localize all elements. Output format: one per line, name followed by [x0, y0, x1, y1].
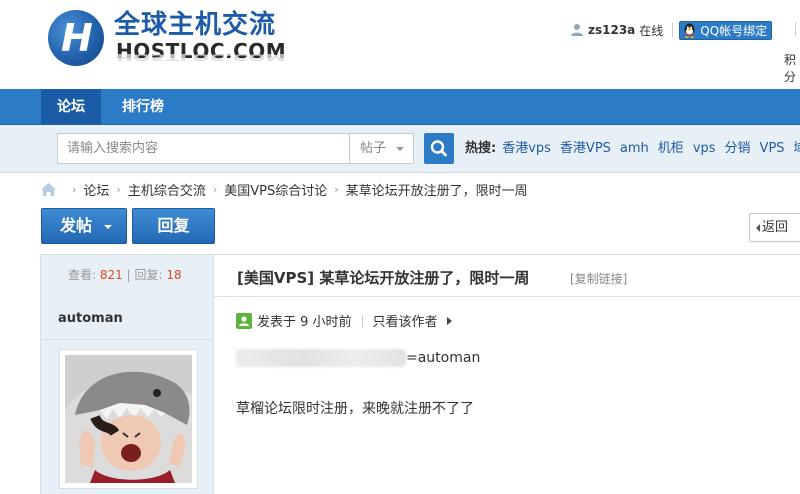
main-nav: 论坛 排行榜: [0, 89, 800, 125]
home-icon[interactable]: [40, 182, 57, 197]
qq-penguin-icon: [684, 23, 695, 38]
post-meta: 发表于 9 小时前 只看该作者: [236, 311, 452, 330]
qq-bind-button[interactable]: QQ帐号绑定: [679, 20, 773, 40]
site-logo[interactable]: H 全球主机交流 HOSTLOC.COM HOSTLOC.COM: [42, 4, 310, 84]
search-button[interactable]: [424, 133, 454, 164]
divider: [41, 339, 214, 340]
post-container: 查看: 821 | 回复: 18 [美国VPS] 某草论坛开放注册了，限时一周 …: [40, 254, 800, 494]
thread-title: [美国VPS] 某草论坛开放注册了，限时一周: [237, 269, 530, 287]
search-input[interactable]: 请输入搜索内容: [57, 133, 350, 164]
hot-search-link[interactable]: 分销: [725, 140, 751, 158]
breadcrumb-item[interactable]: 论坛: [83, 180, 109, 199]
hot-search-link[interactable]: 机柜: [658, 140, 684, 158]
redacted-text: [236, 349, 406, 367]
hot-search-link[interactable]: vps: [693, 140, 716, 158]
username-link[interactable]: zs123a: [588, 23, 635, 37]
new-post-button[interactable]: 发帖: [41, 208, 127, 244]
search-type-label: 帖子: [360, 141, 387, 156]
avatar-image: [65, 355, 192, 483]
arrow-left-icon: [756, 224, 760, 232]
user-info-bar: zs123a 在线 QQ帐号绑定: [570, 20, 773, 40]
divider: [672, 23, 674, 37]
avatar[interactable]: [59, 349, 198, 489]
logo-reflection: HOSTLOC.COM: [116, 51, 287, 64]
divider: [795, 22, 796, 36]
hot-search-link[interactable]: 域名: [794, 140, 800, 158]
nav-item-forum[interactable]: 论坛: [41, 89, 101, 125]
hot-search-link[interactable]: VPS: [760, 140, 785, 158]
views-label: 查看:: [68, 268, 97, 282]
hot-searches: 热搜: 香港vps 香港VPS amh 机柜 vps 分销 VPS 域名: [465, 140, 800, 158]
replies-label: 回复:: [134, 268, 163, 282]
online-status: 在线: [639, 23, 664, 38]
score-label[interactable]: 积分: [784, 51, 800, 85]
user-icon: [571, 24, 583, 36]
arrow-right-icon: [446, 316, 452, 325]
logo-chinese-text: 全球主机交流: [114, 10, 277, 40]
hot-search-label: 热搜:: [465, 141, 497, 156]
chevron-down-icon: [396, 147, 404, 151]
breadcrumb-separator: ›: [212, 182, 218, 196]
new-post-label: 发帖: [60, 216, 93, 235]
chevron-down-icon: [104, 225, 112, 229]
author-name[interactable]: automan: [58, 311, 123, 326]
search-bar: 请输入搜索内容 帖子 热搜: 香港vps 香港VPS amh 机柜 vps 分销…: [0, 125, 800, 173]
nav-item-rankings[interactable]: 排行榜: [107, 89, 179, 125]
back-button[interactable]: 返回: [749, 213, 800, 242]
redacted-suffix: =automan: [406, 350, 481, 366]
breadcrumb-item[interactable]: 主机综合交流: [128, 180, 206, 199]
back-label: 返回: [762, 220, 789, 235]
only-author-link[interactable]: 只看该作者: [373, 311, 438, 330]
online-status-icon: [236, 312, 252, 329]
copy-link[interactable]: [复制链接]: [570, 270, 627, 287]
post-timestamp: 发表于 9 小时前: [257, 315, 352, 330]
thread-stats: 查看: 821 | 回复: 18: [40, 255, 214, 297]
breadcrumb: › 论坛 › 主机综合交流 › 美国VPS综合讨论 › 某草论坛开放注册了，限时…: [40, 180, 528, 199]
reply-button[interactable]: 回复: [132, 208, 215, 244]
breadcrumb-separator: ›: [334, 182, 339, 196]
hot-search-link[interactable]: amh: [620, 140, 649, 158]
search-icon: [430, 140, 447, 157]
breadcrumb-item[interactable]: 美国VPS综合讨论: [224, 180, 327, 199]
divider: [361, 314, 363, 327]
redacted-line: =automan: [236, 349, 480, 367]
breadcrumb-current[interactable]: 某草论坛开放注册了，限时一周: [346, 180, 528, 199]
breadcrumb-separator: ›: [116, 182, 121, 196]
breadcrumb-separator: ›: [72, 182, 77, 196]
globe-logo-icon: H: [48, 10, 104, 66]
hot-search-link[interactable]: 香港vps: [502, 140, 551, 158]
replies-count: 18: [166, 268, 182, 282]
author-sidebar: automan: [40, 297, 214, 494]
thread-title-bar: [美国VPS] 某草论坛开放注册了，限时一周 [复制链接]: [214, 255, 800, 297]
qq-bind-label: QQ帐号绑定: [700, 23, 768, 38]
search-type-select[interactable]: 帖子: [349, 133, 414, 164]
hot-search-link[interactable]: 香港VPS: [560, 140, 611, 158]
site-header: H 全球主机交流 HOSTLOC.COM HOSTLOC.COM zs123a …: [0, 0, 800, 89]
views-count: 821: [99, 268, 123, 282]
post-body: 草榴论坛限时注册，来晚就注册不了了: [236, 401, 474, 417]
